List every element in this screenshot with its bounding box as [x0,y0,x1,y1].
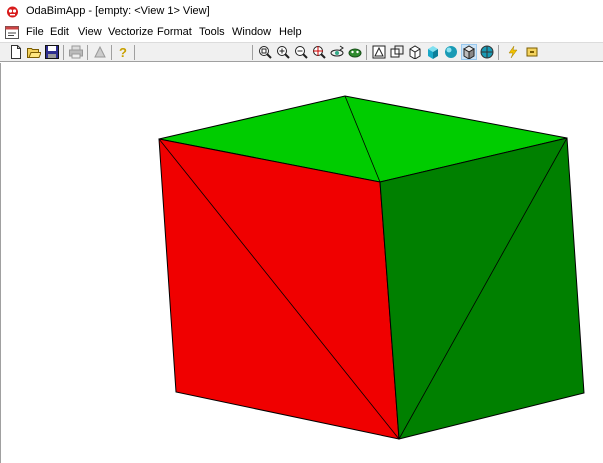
walk-icon[interactable] [348,45,362,59]
menu-view[interactable]: View [78,26,102,38]
lights-icon[interactable] [525,45,539,59]
hidden-line-icon[interactable] [408,45,422,59]
toolbar-separator [87,45,88,60]
oda-app-icon[interactable] [5,5,20,19]
cube-right-face [379,137,585,440]
menu-file[interactable]: File [26,26,44,38]
2d-wireframe-icon[interactable] [372,45,386,59]
gouraud-shaded-icon[interactable] [444,45,458,59]
document-window-icon[interactable] [5,26,19,39]
main-toolbar: ? [0,42,603,62]
toolbar-separator [498,45,499,60]
window-title: OdaBimApp - [empty: <View 1> View] [26,5,210,17]
zoom-extents-icon[interactable] [312,45,326,59]
menu-help[interactable]: Help [279,26,302,38]
flat-shaded-icon[interactable] [426,45,440,59]
lightning-icon[interactable] [506,45,520,59]
toolbar-separator [366,45,367,60]
3d-wireframe-icon[interactable] [390,45,404,59]
help-icon[interactable]: ? [116,45,130,59]
new-document-icon[interactable] [9,45,23,59]
menu-bar: File Edit View Vectorize Format Tools Wi… [0,24,603,42]
zoom-in-icon[interactable] [276,45,290,59]
3d-viewport[interactable] [0,63,603,463]
toolbar-separator [134,45,135,60]
open-folder-icon[interactable] [27,45,41,59]
menu-vectorize[interactable]: Vectorize [108,26,153,38]
print-preview-icon[interactable] [93,45,107,59]
svg-text:?: ? [119,45,127,59]
menu-window[interactable]: Window [232,26,271,38]
toolbar-separator [111,45,112,60]
shaded-edges-icon[interactable] [461,44,477,60]
menu-tools[interactable]: Tools [199,26,225,38]
zoom-out-icon[interactable] [294,45,308,59]
menu-format[interactable]: Format [157,26,192,38]
zoom-window-icon[interactable] [258,45,272,59]
toolbar-separator [63,45,64,60]
cube-scene [158,95,585,440]
print-icon[interactable] [69,45,83,59]
orbit-icon[interactable] [330,45,344,59]
render-mode-icon[interactable] [480,45,494,59]
title-bar: OdaBimApp - [empty: <View 1> View] [0,0,603,24]
toolbar-separator [252,45,253,60]
menu-edit[interactable]: Edit [50,26,69,38]
save-icon[interactable] [45,45,59,59]
